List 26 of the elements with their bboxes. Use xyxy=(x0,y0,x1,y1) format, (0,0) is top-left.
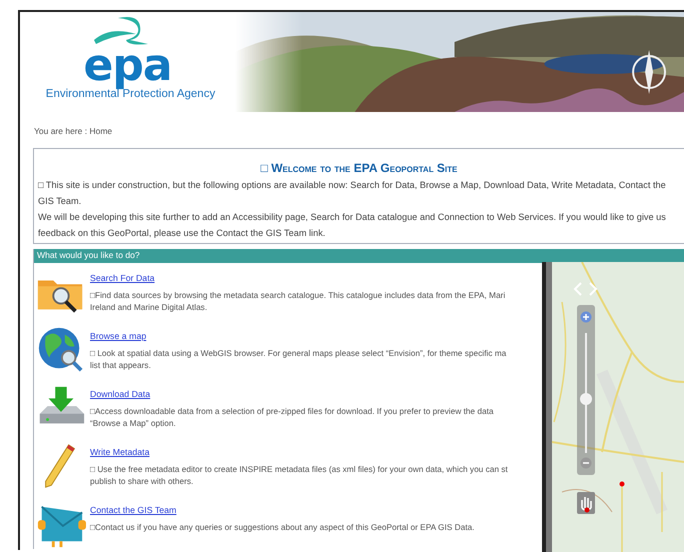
zoom-out-icon[interactable] xyxy=(580,457,592,469)
zoom-slider[interactable] xyxy=(577,305,595,475)
option-description: publish to share with others. xyxy=(90,475,194,487)
agency-name: Environmental Protection Agency xyxy=(46,88,216,100)
option-link[interactable]: Search For Data xyxy=(90,273,155,283)
option-description: □ Look at spatial data using a WebGIS browser. For general maps please select “Envision”, for theme specific ma xyxy=(90,347,506,359)
option-link[interactable]: Write Metadata xyxy=(90,447,150,457)
option-link[interactable]: Browse a map xyxy=(90,331,146,341)
option-description: □Find data sources by browsing the metadata search catalogue. This catalogue includes data from the EPA, Mari xyxy=(90,289,506,301)
hand-icon[interactable] xyxy=(577,492,595,514)
option-link[interactable]: Download Data xyxy=(90,389,150,399)
welcome-title: □ Welcome to the EPA Geoportal Site xyxy=(260,161,458,175)
option-description: □Access downloadable data from a selection of pre-zipped files for download. If you prefer to preview the data xyxy=(90,405,494,417)
welcome-text: □ This site is under construction, but the following options are available now: Search for Data, Browse a Map, Download Data, Write Metadata, Contact the GIS Team. xyxy=(38,179,667,208)
option-description: □Contact us if you have any queries or suggestions about any aspect of this GeoPortal or EPA GIS Data. xyxy=(90,521,474,533)
breadcrumb: You are here : Home xyxy=(34,126,114,136)
welcome-text: We will be developing this site further to add an Accessibility page, Search for Data catalogue and Connection to Web Services. If you would like to give us feedback on this GeoPortal, please use the Contact the GIS Team link. xyxy=(38,211,667,240)
option-description: list that appears. xyxy=(90,359,151,371)
pan-right-icon[interactable] xyxy=(588,282,598,296)
option-description: Ireland and Marine Digital Atlas. xyxy=(90,301,208,313)
option-description: □ Use the free metadata editor to create INSPIRE metadata files (as xml files) for your own data, which you can st xyxy=(90,463,508,475)
section-header: What would you like to do? xyxy=(34,249,684,263)
option-description: “Browse a Map” option. xyxy=(90,417,176,429)
zoom-in-icon[interactable] xyxy=(580,311,592,323)
logo-text: epa xyxy=(83,40,172,91)
option-link[interactable]: Contact the GIS Team xyxy=(90,505,176,515)
